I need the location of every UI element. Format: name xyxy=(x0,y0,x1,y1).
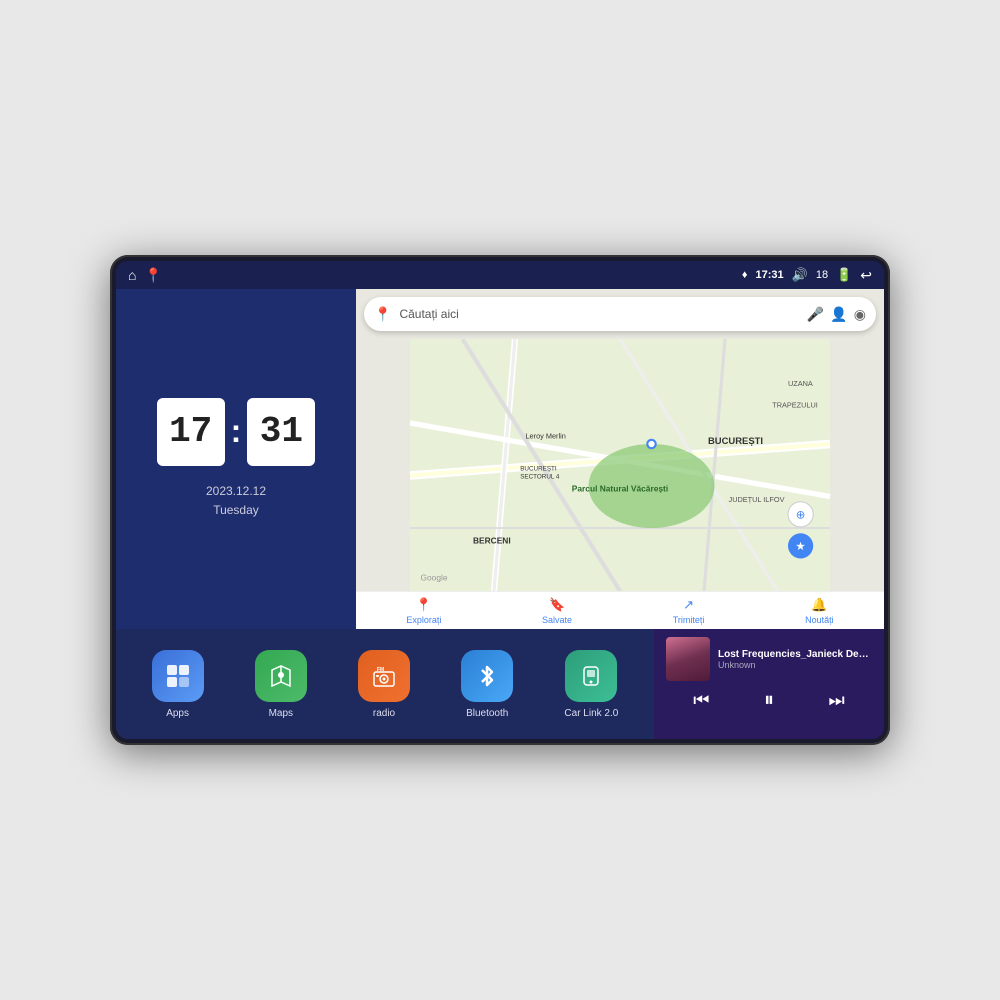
svg-text:BERCENI: BERCENI xyxy=(473,536,511,546)
app-item-apps[interactable]: Apps xyxy=(152,650,204,719)
main-content: 17 : 31 2023.12.12 Tuesday 📍 Căutați aic… xyxy=(116,289,884,739)
svg-text:BUCUREȘTI: BUCUREȘTI xyxy=(708,436,763,447)
map-body: Parcul Natural Văcărești BUCUREȘTI JUDEȚ… xyxy=(356,339,884,591)
carlink-icon xyxy=(577,662,605,690)
app-item-bluetooth[interactable]: Bluetooth xyxy=(461,650,513,719)
app-item-carlink[interactable]: Car Link 2.0 xyxy=(564,650,618,719)
send-label: Trimiteți xyxy=(673,615,705,625)
svg-text:UZANA: UZANA xyxy=(788,379,813,388)
map-search-input[interactable]: Căutați aici xyxy=(399,307,798,321)
clock-display: 17 : 31 xyxy=(157,398,316,466)
back-icon[interactable]: ↩ xyxy=(860,267,872,284)
account-icon[interactable]: 👤 xyxy=(830,306,847,323)
apps-icon xyxy=(164,662,192,690)
status-right: ♦ 17:31 🔊 18 🔋 ↩ xyxy=(742,267,872,284)
svg-text:Google: Google xyxy=(421,573,448,583)
explore-label: Explorați xyxy=(406,615,441,625)
apps-label: Apps xyxy=(166,708,189,719)
svg-text:★: ★ xyxy=(795,541,805,553)
map-search-bar[interactable]: 📍 Căutați aici 🎤 👤 ◉ xyxy=(364,297,876,331)
map-footer: 📍 Explorați 🔖 Salvate ↗ Trimiteți 🔔 xyxy=(356,591,884,629)
apps-icon-wrap xyxy=(152,650,204,702)
map-search-actions: 🎤 👤 ◉ xyxy=(807,306,866,323)
music-artist: Unknown xyxy=(718,660,872,670)
time-display: 17:31 xyxy=(756,269,784,281)
svg-text:JUDEȚUL ILFOV: JUDEȚUL ILFOV xyxy=(729,495,785,504)
next-button[interactable]: ⏭ xyxy=(829,690,845,711)
volume-icon[interactable]: 🔊 xyxy=(792,267,808,283)
status-bar: ⌂ 📍 ♦ 17:31 🔊 18 🔋 ↩ xyxy=(116,261,884,289)
news-label: Noutăți xyxy=(805,615,834,625)
saved-icon: 🔖 xyxy=(549,597,565,613)
svg-text:FM: FM xyxy=(377,667,384,673)
gps-icon: ♦ xyxy=(742,269,748,281)
bluetooth-icon xyxy=(473,662,501,690)
carlink-label: Car Link 2.0 xyxy=(564,708,618,719)
prev-button[interactable]: ⏮ xyxy=(693,690,709,711)
svg-text:Leroy Merlin: Leroy Merlin xyxy=(526,432,566,441)
clock-day-value: Tuesday xyxy=(206,501,266,520)
saved-label: Salvate xyxy=(542,615,572,625)
apps-panel: Apps Maps xyxy=(116,629,654,739)
music-text: Lost Frequencies_Janieck Devy-... Unknow… xyxy=(718,649,872,670)
clock-date: 2023.12.12 Tuesday xyxy=(206,482,266,520)
music-title: Lost Frequencies_Janieck Devy-... xyxy=(718,649,872,660)
signal-value: 18 xyxy=(816,269,828,281)
svg-text:BUCUREȘTI: BUCUREȘTI xyxy=(520,465,557,472)
music-thumbnail xyxy=(666,637,710,681)
music-controls: ⏮ ⏸ ⏭ xyxy=(666,689,872,712)
map-footer-news[interactable]: 🔔 Noutăți xyxy=(805,597,834,625)
radio-icon: FM xyxy=(370,662,398,690)
layers-icon[interactable]: ◉ xyxy=(854,306,866,323)
clock-hour: 17 xyxy=(157,398,225,466)
radio-icon-wrap: FM xyxy=(358,650,410,702)
carlink-icon-wrap xyxy=(565,650,617,702)
play-pause-button[interactable]: ⏸ xyxy=(764,689,774,712)
status-left: ⌂ 📍 xyxy=(128,267,162,284)
car-display-device: ⌂ 📍 ♦ 17:31 🔊 18 🔋 ↩ 17 : xyxy=(110,255,890,745)
map-panel: 📍 Căutați aici 🎤 👤 ◉ xyxy=(356,289,884,629)
maps-icon-wrap xyxy=(255,650,307,702)
news-icon: 🔔 xyxy=(811,597,827,613)
music-info: Lost Frequencies_Janieck Devy-... Unknow… xyxy=(666,637,872,681)
clock-panel: 17 : 31 2023.12.12 Tuesday xyxy=(116,289,356,629)
maps-pin-icon[interactable]: 📍 xyxy=(144,267,161,284)
bottom-section: Apps Maps xyxy=(116,629,884,739)
map-footer-send[interactable]: ↗ Trimiteți xyxy=(673,597,705,625)
radio-label: radio xyxy=(373,708,395,719)
map-pin-icon: 📍 xyxy=(374,306,391,323)
app-item-radio[interactable]: FM radio xyxy=(358,650,410,719)
app-item-maps[interactable]: Maps xyxy=(255,650,307,719)
device-screen: ⌂ 📍 ♦ 17:31 🔊 18 🔋 ↩ 17 : xyxy=(116,261,884,739)
top-section: 17 : 31 2023.12.12 Tuesday 📍 Căutați aic… xyxy=(116,289,884,629)
music-panel: Lost Frequencies_Janieck Devy-... Unknow… xyxy=(654,629,884,739)
battery-icon: 🔋 xyxy=(836,267,852,283)
send-icon: ↗ xyxy=(683,597,694,613)
svg-text:SECTORUL 4: SECTORUL 4 xyxy=(520,474,560,481)
voice-icon[interactable]: 🎤 xyxy=(807,306,824,323)
map-footer-saved[interactable]: 🔖 Salvate xyxy=(542,597,572,625)
bluetooth-icon-wrap xyxy=(461,650,513,702)
clock-colon: : xyxy=(231,413,242,450)
maps-icon xyxy=(267,662,295,690)
svg-text:⊕: ⊕ xyxy=(796,510,806,522)
clock-minute: 31 xyxy=(247,398,315,466)
clock-date-value: 2023.12.12 xyxy=(206,482,266,501)
explore-icon: 📍 xyxy=(416,597,432,613)
maps-label: Maps xyxy=(269,708,293,719)
svg-text:Parcul Natural Văcărești: Parcul Natural Văcărești xyxy=(572,483,668,493)
svg-text:TRAPEZULUI: TRAPEZULUI xyxy=(772,400,818,409)
music-thumb-art xyxy=(666,637,710,681)
map-svg: Parcul Natural Văcărești BUCUREȘTI JUDEȚ… xyxy=(356,339,884,591)
home-icon[interactable]: ⌂ xyxy=(128,267,136,283)
bluetooth-label: Bluetooth xyxy=(466,708,508,719)
map-footer-explore[interactable]: 📍 Explorați xyxy=(406,597,441,625)
